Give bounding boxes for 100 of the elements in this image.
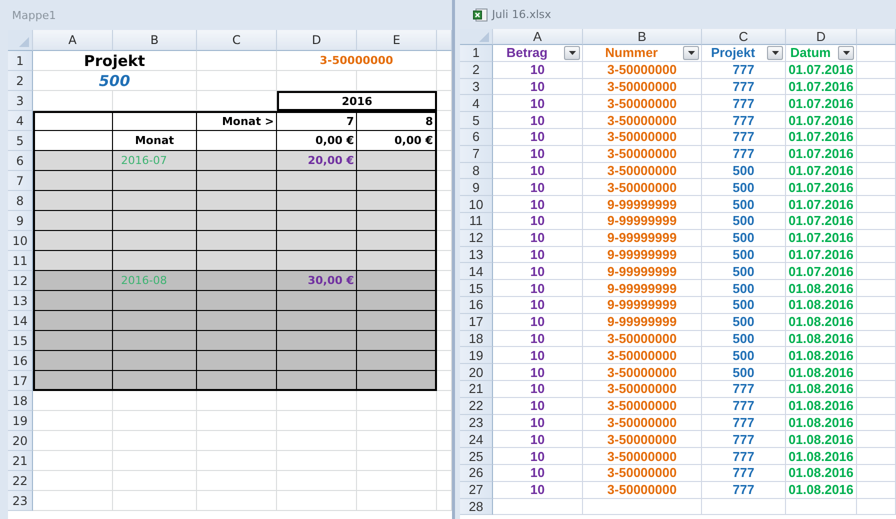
row-header[interactable]: 20 — [460, 364, 493, 381]
filter-dropdown-button[interactable] — [767, 46, 783, 60]
row-header[interactable]: 19 — [460, 347, 493, 364]
row-header[interactable]: 6 — [460, 128, 493, 146]
table-cell — [857, 263, 896, 280]
row-header[interactable]: 16 — [8, 351, 33, 371]
table-cell — [857, 314, 896, 331]
table-cell: 30,00 € — [277, 271, 357, 291]
table-cell — [857, 112, 896, 129]
row-header[interactable]: 2 — [460, 62, 493, 79]
row-header[interactable]: 4 — [460, 95, 493, 112]
table-cell: 3-50000000 — [583, 146, 702, 163]
row-header[interactable]: 4 — [8, 111, 33, 131]
table-cell: 2016 — [277, 91, 437, 111]
row-header[interactable]: 13 — [8, 291, 33, 311]
row-header[interactable]: 28 — [460, 498, 493, 516]
row-header[interactable]: 14 — [8, 311, 33, 331]
table-cell — [857, 464, 896, 482]
row-header[interactable]: 1 — [8, 51, 33, 71]
row-header[interactable]: 14 — [460, 263, 493, 280]
column-header[interactable]: B — [583, 29, 702, 45]
row-header[interactable]: 20 — [8, 431, 33, 451]
row-header[interactable]: 15 — [8, 331, 33, 351]
row-header[interactable]: 11 — [8, 251, 33, 271]
column-title: Projekt — [710, 45, 756, 60]
row-header[interactable]: 17 — [460, 314, 493, 331]
window-title: Juli 16.xlsx — [492, 8, 552, 21]
row-header[interactable]: 5 — [8, 131, 33, 151]
row-header[interactable]: 21 — [460, 380, 493, 398]
corner-triangle-icon — [479, 32, 489, 42]
row-header[interactable]: 11 — [460, 212, 493, 230]
table-cell — [857, 196, 896, 213]
row-header[interactable]: 25 — [460, 448, 493, 465]
table-cell — [857, 448, 896, 465]
table-cell: 10 — [493, 296, 583, 314]
row-header[interactable]: 27 — [460, 482, 493, 499]
column-header[interactable]: A — [33, 30, 113, 51]
table-cell: 10 — [493, 380, 583, 398]
filter-dropdown-button[interactable] — [683, 46, 699, 60]
row-header[interactable]: 18 — [8, 391, 33, 411]
row-header[interactable]: 15 — [460, 280, 493, 297]
row-header[interactable]: 3 — [8, 91, 33, 111]
table-cell — [857, 246, 896, 264]
row-header[interactable]: 10 — [460, 196, 493, 213]
row-header[interactable]: 23 — [8, 491, 33, 511]
row-header[interactable]: 12 — [8, 271, 33, 291]
filter-dropdown-button[interactable] — [838, 46, 854, 60]
table-cell: 10 — [493, 196, 583, 213]
column-header[interactable]: D — [277, 30, 357, 51]
table-cell — [437, 151, 452, 171]
row-header[interactable]: 7 — [460, 146, 493, 163]
table-cell: 01.07.2016 — [786, 95, 857, 112]
table-cell: 3-50000000 — [583, 128, 702, 146]
row-header[interactable]: 9 — [8, 211, 33, 231]
filter-dropdown-button[interactable] — [564, 46, 580, 60]
table-cell — [857, 128, 896, 146]
column-header[interactable]: C — [702, 29, 786, 45]
table-cell — [857, 398, 896, 415]
table-cell — [437, 491, 452, 511]
column-header[interactable]: E — [357, 30, 437, 51]
table-cell — [437, 351, 452, 371]
column-header[interactable]: C — [197, 30, 277, 51]
row-header[interactable]: 10 — [8, 231, 33, 251]
table-cell: 01.08.2016 — [786, 296, 857, 314]
row-header[interactable]: 26 — [460, 464, 493, 482]
table-cell: 3-50000000 — [583, 482, 702, 499]
row-header[interactable]: 19 — [8, 411, 33, 431]
caret-icon — [568, 50, 576, 55]
row-header[interactable]: 18 — [460, 330, 493, 348]
row-header[interactable]: 6 — [8, 151, 33, 171]
row-header[interactable]: 24 — [460, 431, 493, 448]
table-cell: 777 — [702, 431, 786, 448]
row-header[interactable]: 9 — [460, 179, 493, 196]
column-header[interactable]: D — [786, 29, 857, 45]
row-header[interactable]: 8 — [460, 162, 493, 180]
row-header[interactable]: 13 — [460, 246, 493, 264]
column-header[interactable]: B — [113, 30, 197, 51]
table-cell: 3-50000000 — [583, 95, 702, 112]
table-cell — [857, 498, 896, 516]
row-header[interactable]: 17 — [8, 371, 33, 391]
row-header[interactable]: 2 — [8, 71, 33, 91]
table-cell: 01.08.2016 — [786, 448, 857, 465]
row-header[interactable]: 3 — [460, 78, 493, 96]
row-header[interactable]: 21 — [8, 451, 33, 471]
table-cell: 01.08.2016 — [786, 380, 857, 398]
table-cell — [857, 95, 896, 112]
row-header[interactable]: 5 — [460, 112, 493, 129]
row-header[interactable]: 16 — [460, 296, 493, 314]
row-header[interactable]: 23 — [460, 414, 493, 432]
row-header[interactable]: 22 — [460, 398, 493, 415]
row-header[interactable]: 8 — [8, 191, 33, 211]
column-header[interactable]: A — [493, 29, 583, 45]
row-header[interactable]: 7 — [8, 171, 33, 191]
row-header[interactable]: 22 — [8, 471, 33, 491]
row-header[interactable]: 1 — [460, 45, 493, 62]
row-header[interactable]: 12 — [460, 230, 493, 247]
table-cell: 10 — [493, 146, 583, 163]
table-cell: 3-50000000 — [277, 51, 437, 71]
table-cell — [437, 91, 452, 111]
table-cell: 10 — [493, 230, 583, 247]
